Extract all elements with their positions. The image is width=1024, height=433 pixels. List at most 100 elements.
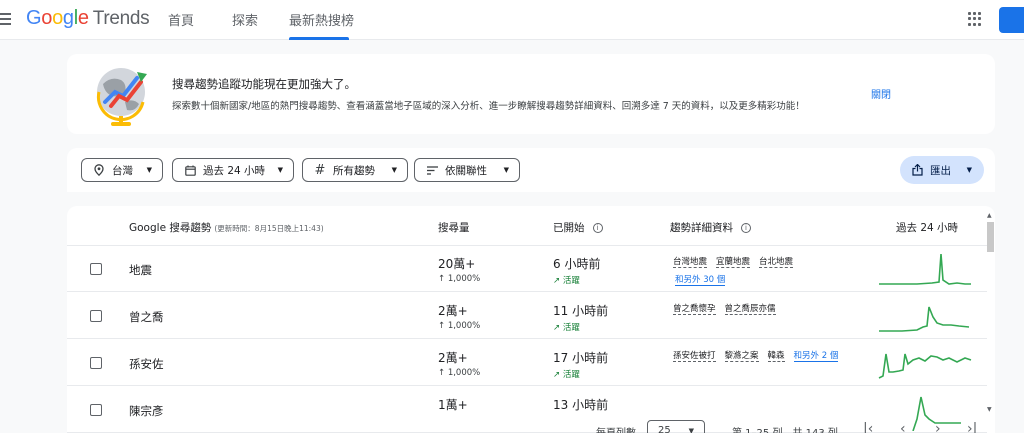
volume-change: ↑ 1,000%	[438, 274, 481, 284]
sparkline-chart	[879, 306, 970, 332]
first-page-icon[interactable]: |‹	[863, 421, 873, 433]
trend-term[interactable]: 地震	[129, 262, 152, 278]
sort-icon	[425, 165, 439, 175]
row-checkbox[interactable]	[90, 357, 102, 369]
sparkline	[879, 306, 970, 332]
scrollbar-thumb[interactable]	[987, 222, 994, 252]
volume-change: ↑ 1,000%	[438, 321, 481, 331]
chevron-down-icon: ▼	[503, 166, 509, 174]
sort-filter[interactable]: 依關聯性 ▼	[414, 158, 520, 182]
chevron-down-icon: ▼	[688, 427, 694, 433]
info-icon[interactable]: i	[741, 223, 751, 233]
status-label: 活躍	[562, 323, 580, 333]
google-apps-icon[interactable]	[968, 12, 982, 26]
info-icon[interactable]: i	[592, 223, 603, 233]
started-time: 17 小時前	[553, 351, 609, 365]
header-past-24h: 過去 24 小時	[896, 222, 959, 234]
location-filter[interactable]: 台灣 ▼	[81, 158, 163, 182]
breakdown-chip[interactable]: 曾之喬懷孕	[673, 304, 716, 315]
tab-trending-now[interactable]: 最新熱搜榜	[289, 10, 354, 29]
started-time: 11 小時前	[553, 304, 609, 318]
trending-up-icon: ↗	[553, 323, 563, 333]
globe-trend-icon	[96, 68, 147, 126]
trend-term[interactable]: 曾之喬	[129, 309, 164, 325]
banner-description: 探索數十個新國家/地區的熱門搜尋趨勢、查看涵蓋當地子區域的深入分析、進一步瞭解搜…	[172, 101, 805, 112]
scroll-up-icon[interactable]: ▲	[987, 212, 992, 219]
logo-trends: Trends	[92, 8, 150, 29]
breakdown-chip[interactable]: 台灣地震	[673, 257, 708, 268]
menu-icon[interactable]	[0, 13, 13, 25]
pagination: 每頁列數 25 ▼ 第 1–25 列，共 143 列 |‹ ‹ › ›|	[560, 418, 1000, 433]
trend-breakdown: 孫安佐被打 黎滌之案 韓森 和另外 2 個	[673, 349, 839, 362]
table-row[interactable]: 曾之喬 2萬+ ↑ 1,000% 11 小時前 ↗ 活躍 曾之喬懷孕 曾之喬辰亦儒	[67, 293, 987, 339]
sparkline	[878, 353, 972, 379]
category-filter[interactable]: # 所有趨勢 ▼	[302, 158, 408, 182]
status-label: 活躍	[562, 370, 580, 380]
trend-term[interactable]: 陳宗彥	[129, 403, 164, 419]
rows-per-page-label: 每頁列數	[596, 424, 636, 433]
breakdown-chip[interactable]: 宜蘭地震	[716, 257, 751, 268]
scroll-down-icon[interactable]: ▼	[987, 406, 992, 413]
trend-term[interactable]: 孫安佐	[129, 356, 164, 372]
header-volume[interactable]: 搜尋量	[438, 220, 470, 235]
tab-home[interactable]: 首頁	[168, 10, 194, 29]
header-details: 趨勢詳細資料 i	[670, 220, 751, 235]
announcement-banner: 搜尋趨勢追蹤功能現在更加強大了。 探索數十個新國家/地區的熱門搜尋趨勢、查看涵蓋…	[67, 54, 995, 134]
google-trends-logo[interactable]: Google Trends	[26, 7, 150, 30]
search-volume: 2萬+	[438, 304, 468, 318]
filter-bar: 台灣 ▼ 過去 24 小時 ▼ # 所有趨勢 ▼ 依關聯性 ▼ 匯出 ▼	[67, 148, 995, 192]
chevron-down-icon: ▼	[146, 166, 152, 174]
trend-breakdown: 曾之喬懷孕 曾之喬辰亦儒	[673, 302, 785, 315]
sort-filter-label: 依關聯性	[445, 164, 487, 177]
next-page-icon[interactable]: ›	[935, 421, 941, 433]
started-time: 6 小時前	[553, 257, 601, 271]
started-time: 13 小時前	[553, 398, 609, 412]
time-filter[interactable]: 過去 24 小時 ▼	[172, 158, 294, 182]
header-started[interactable]: 已開始 i	[553, 220, 603, 235]
category-filter-label: 所有趨勢	[333, 164, 375, 177]
logo-google: Google	[26, 7, 89, 29]
tab-explore[interactable]: 探索	[232, 10, 258, 29]
more-link[interactable]: 和另外 30 個	[675, 275, 726, 286]
search-volume: 2萬+	[438, 351, 468, 365]
export-button[interactable]: 匯出 ▼	[900, 156, 984, 184]
status-active: ↗ 活躍	[553, 274, 580, 286]
header-started-label: 已開始	[553, 222, 585, 234]
status-active: ↗ 活躍	[553, 321, 580, 333]
header-details-label: 趨勢詳細資料	[670, 222, 733, 234]
calendar-icon	[183, 165, 197, 176]
trending-table: Google 搜尋趨勢 (更新時間：8月15日晚上11:43) 搜尋量 已開始 i …	[67, 206, 995, 433]
row-checkbox[interactable]	[90, 310, 102, 322]
more-link[interactable]: 和另外 2 個	[793, 351, 839, 362]
table-row[interactable]: 地震 20萬+ ↑ 1,000% 6 小時前 ↗ 活躍 台灣地震 宜蘭地震 台北地震…	[67, 246, 987, 292]
export-button-label: 匯出	[930, 164, 951, 177]
banner-close-button[interactable]: 關閉	[871, 86, 891, 101]
sparkline-chart	[879, 253, 971, 285]
header-updated-time: (更新時間：8月15日晚上11:43)	[214, 224, 324, 233]
previous-page-icon[interactable]: ‹	[900, 421, 906, 433]
table-row[interactable]: 孫安佐 2萬+ ↑ 1,000% 17 小時前 ↗ 活躍 孫安佐被打 黎滌之案 韓森…	[67, 340, 987, 386]
breakdown-chip[interactable]: 台北地震	[759, 257, 794, 268]
sparkline	[879, 253, 971, 285]
volume-change: ↑ 1,000%	[438, 368, 481, 378]
search-volume: 20萬+	[438, 257, 476, 271]
chevron-down-icon: ▼	[391, 166, 397, 174]
location-filter-label: 台灣	[112, 164, 133, 177]
sparkline-chart	[878, 353, 972, 379]
row-checkbox[interactable]	[90, 263, 102, 275]
location-pin-icon	[92, 164, 106, 176]
breakdown-chip[interactable]: 孫安佐被打	[673, 351, 716, 362]
share-icon	[912, 164, 923, 176]
banner-title: 搜尋趨勢追蹤功能現在更加強大了。	[172, 77, 356, 91]
breakdown-chip[interactable]: 曾之喬辰亦儒	[724, 304, 776, 315]
chevron-down-icon: ▼	[966, 166, 972, 174]
rows-per-page-select[interactable]: 25 ▼	[647, 420, 705, 433]
breakdown-chip[interactable]: 韓森	[767, 351, 785, 362]
sign-in-button[interactable]	[999, 7, 1024, 33]
last-page-icon[interactable]: ›|	[967, 421, 977, 433]
breakdown-chip[interactable]: 黎滌之案	[724, 351, 759, 362]
header-trend[interactable]: Google 搜尋趨勢 (更新時間：8月15日晚上11:43)	[129, 220, 324, 235]
row-checkbox[interactable]	[90, 404, 102, 416]
table-scrollbar[interactable]: ▲ ▼	[986, 212, 995, 413]
table-header: Google 搜尋趨勢 (更新時間：8月15日晚上11:43) 搜尋量 已開始 i …	[67, 206, 987, 246]
